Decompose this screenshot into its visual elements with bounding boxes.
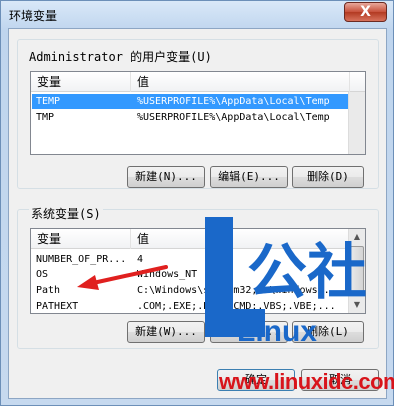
user-edit-button[interactable]: 编辑(E)... bbox=[210, 166, 288, 188]
title-bar[interactable]: 环境变量 X bbox=[1, 1, 393, 29]
variable-name: TEMP bbox=[36, 96, 61, 107]
close-button[interactable]: X bbox=[344, 2, 387, 22]
user-variables-label: Administrator 的用户变量(U) bbox=[29, 50, 212, 64]
user-list-header: 变量 值 bbox=[31, 72, 365, 92]
user-new-button[interactable]: 新建(N)... bbox=[127, 166, 205, 188]
variable-name: PATHEXT bbox=[36, 301, 79, 312]
user-list-scrollbar[interactable] bbox=[348, 92, 365, 154]
logo-chinese-text: 公社 bbox=[247, 238, 367, 308]
column-header-variable[interactable]: 变量 bbox=[31, 229, 131, 249]
variable-name: TMP bbox=[36, 112, 55, 123]
system-variables-label: 系统变量(S) bbox=[29, 205, 103, 222]
variable-value: %USERPROFILE%\AppData\Local\Temp bbox=[137, 96, 330, 107]
linux-gongshe-logo-icon: 公社 Linux bbox=[205, 217, 367, 348]
watermark-site-url: www.linuxidc.com bbox=[219, 369, 394, 394]
variable-value: %USERPROFILE%\AppData\Local\Temp bbox=[137, 112, 330, 123]
system-new-button[interactable]: 新建(W)... bbox=[127, 321, 205, 343]
column-header-variable[interactable]: 变量 bbox=[31, 72, 131, 92]
window-title: 环境变量 bbox=[9, 9, 58, 23]
column-header-value[interactable]: 值 bbox=[131, 72, 350, 92]
user-variables-list[interactable]: 变量 值 TEMP %USERPROFILE%\AppData\Local\Te… bbox=[30, 71, 366, 155]
logo-word-text: Linux bbox=[237, 315, 317, 348]
user-variable-row[interactable]: TEMP %USERPROFILE%\AppData\Local\Temp bbox=[32, 94, 348, 109]
environment-variables-window: 环境变量 X Administrator 的用户变量(U) 变量 值 TEMP … bbox=[0, 0, 394, 406]
user-variable-row[interactable]: TMP %USERPROFILE%\AppData\Local\Temp bbox=[32, 110, 348, 125]
red-arrow-icon bbox=[77, 265, 168, 290]
user-delete-button[interactable]: 删除(D) bbox=[292, 166, 364, 188]
